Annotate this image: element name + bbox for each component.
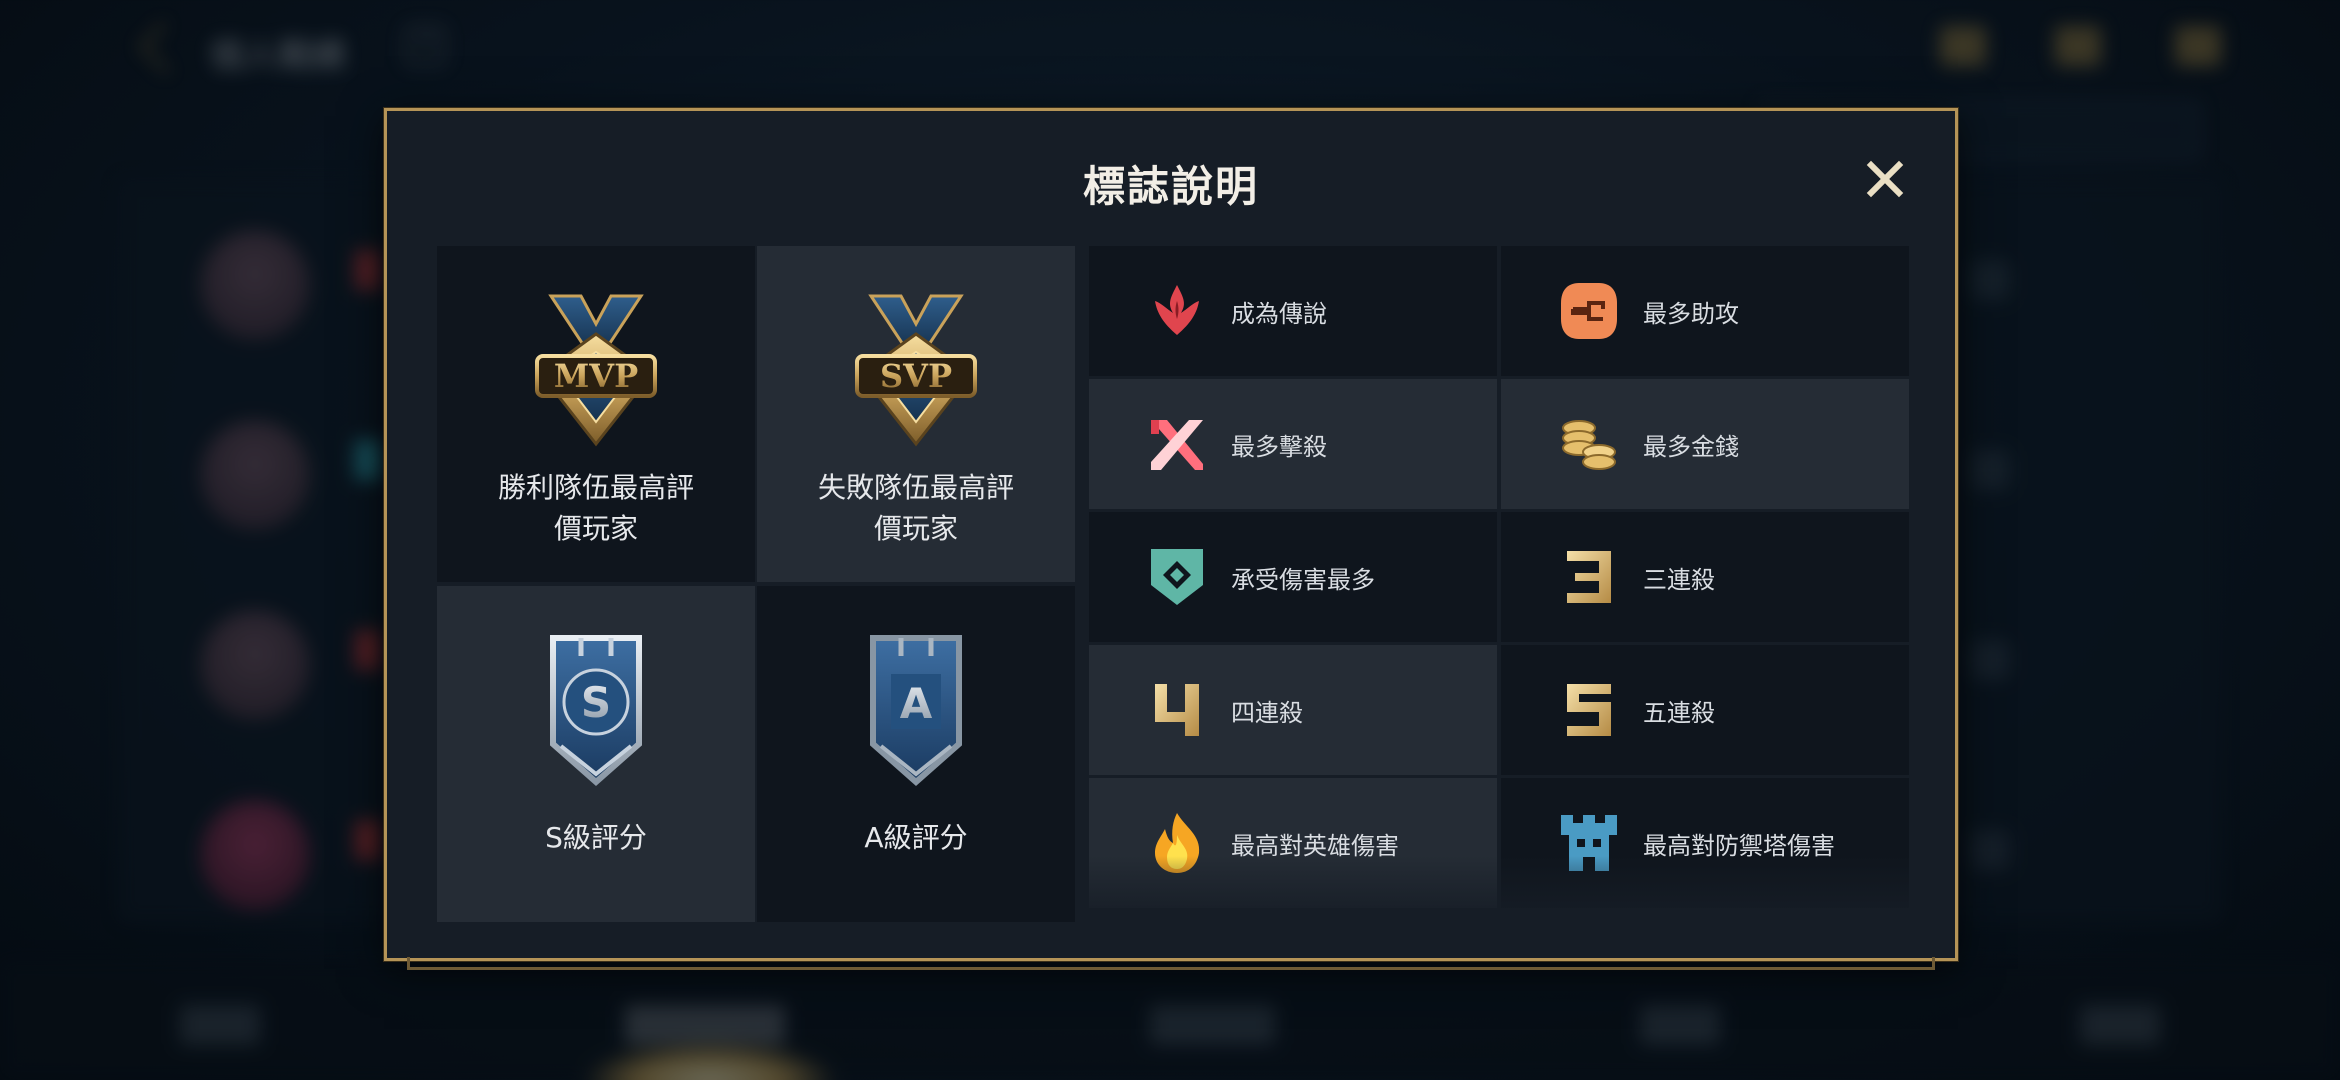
- achievement-quadra-kill: 四連殺: [1089, 645, 1497, 775]
- achievement-label: 成為傳說: [1231, 299, 1327, 328]
- a-grade-banner-icon: A: [870, 635, 962, 787]
- svg-text:A: A: [900, 679, 933, 728]
- s-grade-banner-icon: S: [550, 635, 642, 787]
- triple-kill-icon: [1567, 551, 1611, 603]
- achievement-kills: 最多擊殺: [1089, 379, 1497, 509]
- gold-coins-icon: [1562, 420, 1616, 470]
- achievement-label: 三連殺: [1643, 565, 1715, 594]
- badge-card-mvp: MVP 勝利隊伍最高評 價玩家: [437, 246, 755, 582]
- tower-damage-icon: [1561, 815, 1617, 871]
- svp-medal-icon: SVP: [855, 294, 977, 447]
- badge-label-line: 價玩家: [873, 512, 958, 545]
- achievement-label: 四連殺: [1231, 698, 1303, 727]
- rating-badge-grid: MVP 勝利隊伍最高評 價玩家 SVP 失敗隊伍最高評 價玩家 S S級評分 A…: [437, 246, 1077, 922]
- badge-legend-dialog: 標誌說明 MVP 勝利隊伍最高評 價玩家 SVP 失敗隊伍最高評 價玩家 S S…: [384, 108, 1958, 970]
- quadra-kill-icon: [1155, 684, 1199, 736]
- badge-label-line: 勝利隊伍最高評: [497, 471, 694, 504]
- achievement-triple-kill: 三連殺: [1501, 512, 1909, 642]
- badge-label: S級評分: [545, 821, 647, 854]
- badge-label-line: 失敗隊伍最高評: [817, 471, 1014, 504]
- badge-label: A級評分: [864, 821, 968, 854]
- achievement-hero-damage: 最高對英雄傷害: [1089, 778, 1497, 908]
- legendary-icon: [1155, 285, 1199, 335]
- achievement-gold: 最多金錢: [1501, 379, 1909, 509]
- badge-card-svp: SVP 失敗隊伍最高評 價玩家: [757, 246, 1075, 582]
- achievement-penta-kill: 五連殺: [1501, 645, 1909, 775]
- achievement-legendary: 成為傳說: [1089, 246, 1497, 376]
- close-icon: [1866, 160, 1904, 198]
- mvp-medal-icon: MVP: [535, 294, 657, 447]
- badge-label: 失敗隊伍最高評 價玩家: [806, 467, 1026, 549]
- svg-text:SVP: SVP: [880, 357, 952, 395]
- achievement-label: 最高對防禦塔傷害: [1643, 831, 1835, 860]
- achievement-label: 最多助攻: [1643, 299, 1739, 328]
- achievement-label: 五連殺: [1643, 698, 1715, 727]
- hero-damage-flame-icon: [1155, 813, 1200, 873]
- achievement-label: 承受傷害最多: [1231, 565, 1375, 594]
- badge-card-s-grade: S S級評分: [437, 586, 755, 922]
- achievement-label: 最高對英雄傷害: [1231, 831, 1399, 860]
- close-button[interactable]: [1865, 159, 1905, 199]
- kills-icon: [1151, 420, 1203, 470]
- dialog-title: 標誌說明: [1082, 162, 1259, 211]
- penta-kill-icon: [1567, 684, 1611, 736]
- svg-text:MVP: MVP: [554, 357, 638, 395]
- achievement-label: 最多金錢: [1643, 432, 1739, 461]
- damage-taken-icon: [1151, 549, 1203, 605]
- achievement-icon-grid: 成為傳說 最多助攻 最多擊殺 最多金錢 承受傷害最多 三連殺 四連殺 五連殺 最…: [1089, 246, 1909, 910]
- badge-label: 勝利隊伍最高評 價玩家: [486, 467, 706, 549]
- achievement-tower-damage: 最高對防禦塔傷害: [1501, 778, 1909, 908]
- assist-icon: [1561, 283, 1617, 339]
- badge-card-a-grade: A A級評分: [757, 586, 1075, 922]
- badge-label-line: 價玩家: [553, 512, 638, 545]
- achievement-label: 最多擊殺: [1231, 432, 1327, 461]
- achievement-assist: 最多助攻: [1501, 246, 1909, 376]
- achievement-damage-taken: 承受傷害最多: [1089, 512, 1497, 642]
- svg-text:S: S: [581, 678, 611, 727]
